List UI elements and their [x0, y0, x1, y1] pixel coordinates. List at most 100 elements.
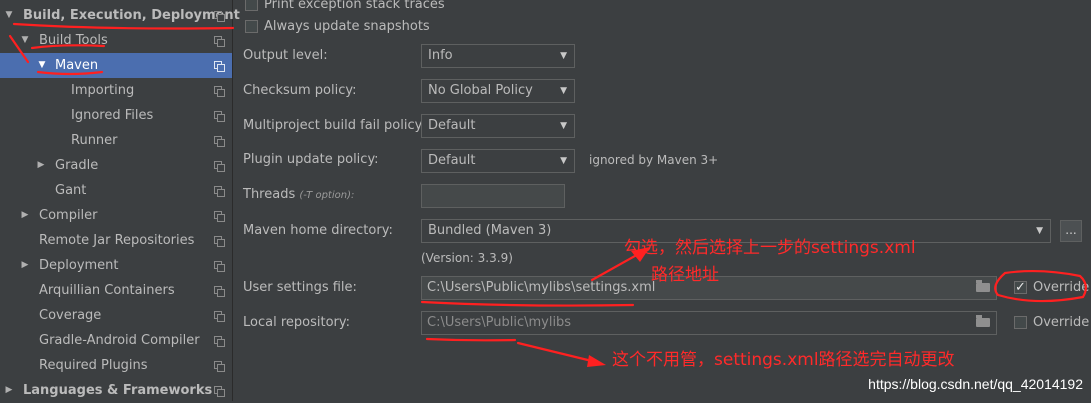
- folder-icon[interactable]: [976, 280, 990, 292]
- multiproject-fail-value: Default: [428, 118, 476, 133]
- chevron-down-icon: ▼: [560, 121, 567, 131]
- threads-label: Threads (-T option):: [243, 187, 355, 202]
- annotation-bottom: 这个不用管，settings.xml路径选完自动更改: [612, 350, 955, 370]
- always-update-label: Always update snapshots: [264, 19, 430, 34]
- maven-settings-panel: Print exception stack traces Always upda…: [233, 0, 1091, 401]
- project-settings-icon: [214, 236, 225, 247]
- local-repo-override-checkbox[interactable]: [1014, 316, 1027, 329]
- project-settings-icon: [214, 11, 225, 22]
- always-update-checkbox-row[interactable]: Always update snapshots: [245, 17, 430, 37]
- settings-tree: ▼ Build, Execution, Deployment ▼ Build T…: [0, 0, 240, 403]
- checksum-policy-value: No Global Policy: [428, 83, 533, 98]
- maven-version-text: (Version: 3.3.9): [421, 251, 513, 265]
- chevron-down-icon: ▼: [560, 51, 567, 61]
- tree-item-required-plugins[interactable]: Required Plugins: [0, 353, 232, 378]
- project-settings-icon: [214, 386, 225, 397]
- output-level-value: Info: [428, 48, 453, 63]
- user-settings-value: C:\Users\Public\mylibs\settings.xml: [427, 280, 656, 295]
- tree-item-label: Gant: [55, 183, 87, 198]
- local-repo-input[interactable]: C:\Users\Public\mylibs: [421, 311, 997, 335]
- user-settings-label: User settings file:: [243, 280, 357, 295]
- user-settings-override-checkbox[interactable]: [1014, 278, 1027, 298]
- expand-arrow-icon[interactable]: ▶: [36, 153, 46, 178]
- chevron-down-icon: ▼: [560, 86, 567, 96]
- plugin-update-label: Plugin update policy:: [243, 152, 379, 167]
- browse-button[interactable]: ...: [1060, 220, 1082, 242]
- tree-item-ignored-files[interactable]: Ignored Files: [0, 103, 232, 128]
- tree-item-gradle-android-compiler[interactable]: Gradle-Android Compiler: [0, 328, 232, 353]
- tree-item-label: Coverage: [39, 308, 102, 323]
- plugin-update-hint: ignored by Maven 3+: [589, 153, 719, 167]
- project-settings-icon: [214, 361, 225, 372]
- tree-item-label: Compiler: [39, 208, 98, 223]
- tree-item-remote-jar-repositories[interactable]: Remote Jar Repositories: [0, 228, 232, 253]
- checksum-policy-dropdown[interactable]: No Global Policy ▼: [421, 79, 575, 103]
- multiproject-fail-dropdown[interactable]: Default ▼: [421, 114, 575, 138]
- local-repo-label: Local repository:: [243, 315, 350, 330]
- override-label: Override: [1033, 280, 1090, 295]
- tree-item-label: Gradle: [55, 158, 99, 173]
- expand-arrow-icon[interactable]: ▶: [20, 253, 30, 278]
- tree-item-compiler[interactable]: ▶ Compiler: [0, 203, 232, 228]
- expand-arrow-icon[interactable]: ▼: [4, 3, 14, 28]
- override-label: Override: [1033, 315, 1090, 330]
- checksum-policy-label: Checksum policy:: [243, 83, 357, 98]
- tree-item-build-tools[interactable]: ▼ Build Tools: [0, 28, 232, 53]
- threads-option-hint: (-T option):: [299, 190, 355, 201]
- expand-arrow-icon[interactable]: ▼: [37, 53, 47, 78]
- tree-item-languages-frameworks[interactable]: ▶ Languages & Frameworks: [0, 378, 232, 403]
- chevron-down-icon: ▼: [560, 156, 567, 166]
- folder-icon[interactable]: [976, 315, 990, 327]
- project-settings-icon: [214, 186, 225, 197]
- tree-item-gant[interactable]: Gant: [0, 178, 232, 203]
- project-settings-icon: [214, 61, 225, 72]
- output-level-dropdown[interactable]: Info ▼: [421, 44, 575, 68]
- tree-item-label: Runner: [71, 133, 118, 148]
- always-update-checkbox[interactable]: [245, 20, 258, 33]
- print-exception-label: Print exception stack traces: [264, 0, 445, 12]
- tree-item-label: Deployment: [39, 258, 119, 273]
- expand-arrow-icon[interactable]: ▶: [4, 378, 14, 403]
- threads-input[interactable]: [421, 184, 565, 208]
- plugin-update-dropdown[interactable]: Default ▼: [421, 149, 575, 173]
- print-exception-checkbox[interactable]: [245, 0, 258, 11]
- tree-item-arquillian-containers[interactable]: Arquillian Containers: [0, 278, 232, 303]
- chevron-down-icon: ▼: [1036, 226, 1043, 236]
- project-settings-icon: [214, 286, 225, 297]
- tree-item-runner[interactable]: Runner: [0, 128, 232, 153]
- tree-item-gradle[interactable]: ▶ Gradle: [0, 153, 232, 178]
- local-repo-value: C:\Users\Public\mylibs: [427, 315, 572, 330]
- tree-item-label: Build, Execution, Deployment: [23, 8, 240, 23]
- annotation-top-line2: 路径地址: [651, 265, 719, 285]
- tree-item-build-execution-deployment[interactable]: ▼ Build, Execution, Deployment: [0, 3, 240, 28]
- tree-item-label: Maven: [55, 58, 99, 73]
- tree-item-importing[interactable]: Importing: [0, 78, 232, 103]
- maven-home-label: Maven home directory:: [243, 223, 393, 238]
- output-level-label: Output level:: [243, 48, 328, 63]
- tree-item-label: Build Tools: [39, 33, 108, 48]
- tree-item-label: Gradle-Android Compiler: [39, 333, 200, 348]
- user-settings-override[interactable]: Override: [1014, 278, 1089, 298]
- tree-item-label: Languages & Frameworks: [23, 383, 213, 398]
- tree-item-maven[interactable]: ▼ Maven: [0, 53, 232, 78]
- maven-home-value: Bundled (Maven 3): [428, 223, 552, 238]
- project-settings-icon: [214, 211, 225, 222]
- tree-item-label: Importing: [71, 83, 135, 98]
- project-settings-icon: [214, 36, 225, 47]
- plugin-update-value: Default: [428, 153, 476, 168]
- local-repo-override[interactable]: Override: [1014, 313, 1089, 333]
- project-settings-icon: [214, 311, 225, 322]
- project-settings-icon: [214, 336, 225, 347]
- tree-item-label: Remote Jar Repositories: [39, 233, 195, 248]
- project-settings-icon: [214, 86, 225, 97]
- tree-item-coverage[interactable]: Coverage: [0, 303, 232, 328]
- multiproject-fail-label: Multiproject build fail policy:: [243, 118, 426, 133]
- expand-arrow-icon[interactable]: ▼: [20, 28, 30, 53]
- watermark-text: https://blog.csdn.net/qq_42014192: [868, 376, 1083, 392]
- print-exception-checkbox-row[interactable]: Print exception stack traces: [245, 0, 445, 15]
- tree-item-deployment[interactable]: ▶ Deployment: [0, 253, 232, 278]
- project-settings-icon: [214, 161, 225, 172]
- expand-arrow-icon[interactable]: ▶: [20, 203, 30, 228]
- annotation-top-line1: 勾选，然后选择上一步的settings.xml: [624, 238, 916, 258]
- tree-item-label: Ignored Files: [71, 108, 154, 123]
